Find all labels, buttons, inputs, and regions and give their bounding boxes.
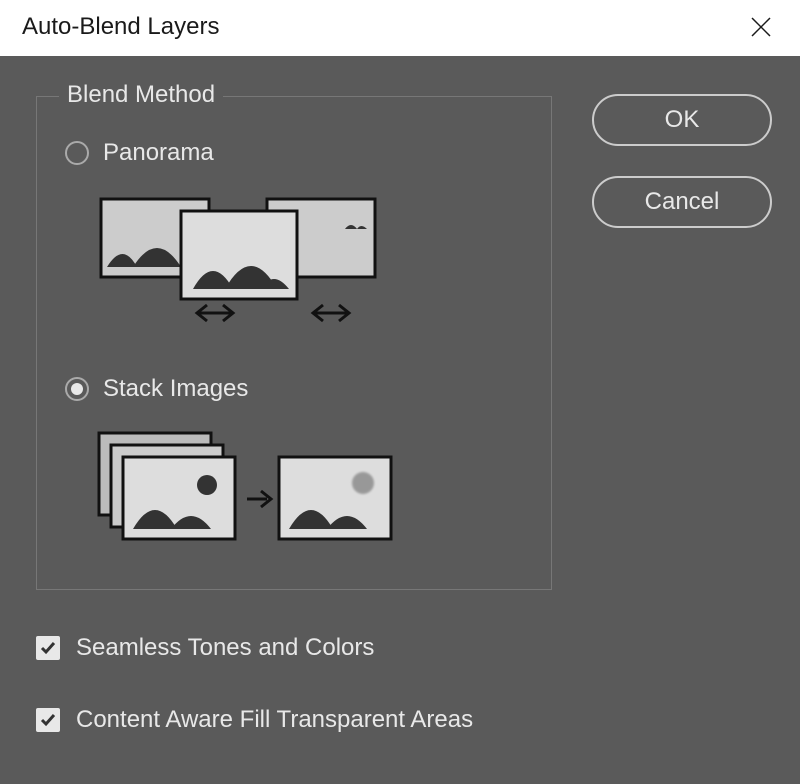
checkbox-label-content-aware: Content Aware Fill Transparent Areas <box>76 706 473 734</box>
checkbox-seamless[interactable]: Seamless Tones and Colors <box>36 634 552 662</box>
right-column: OK Cancel <box>592 88 772 756</box>
checkbox-label-seamless: Seamless Tones and Colors <box>76 634 374 662</box>
fieldset-legend: Blend Method <box>59 81 223 109</box>
checkbox-content-aware[interactable]: Content Aware Fill Transparent Areas <box>36 706 552 734</box>
radio-label-panorama: Panorama <box>103 139 214 167</box>
radio-label-stack: Stack Images <box>103 375 248 403</box>
checkmark-icon <box>39 639 57 657</box>
radio-indicator-panorama <box>65 141 89 165</box>
cancel-button[interactable]: Cancel <box>592 176 772 228</box>
dialog-title: Auto-Blend Layers <box>22 13 219 41</box>
radio-indicator-stack <box>65 377 89 401</box>
radio-stack-images[interactable]: Stack Images <box>65 375 523 403</box>
close-button[interactable] <box>742 12 780 42</box>
dialog-body: Blend Method Panorama <box>0 56 800 784</box>
titlebar: Auto-Blend Layers <box>0 0 800 56</box>
left-column: Blend Method Panorama <box>36 88 552 756</box>
checkbox-indicator-seamless <box>36 636 60 660</box>
close-icon <box>750 16 772 38</box>
radio-panorama[interactable]: Panorama <box>65 139 523 167</box>
ok-button[interactable]: OK <box>592 94 772 146</box>
panorama-icon <box>93 193 383 325</box>
checkbox-indicator-content-aware <box>36 708 60 732</box>
panorama-illustration <box>93 193 523 325</box>
stack-icon <box>93 429 393 549</box>
blend-method-fieldset: Blend Method Panorama <box>36 96 552 590</box>
stack-illustration <box>93 429 523 549</box>
checkmark-icon <box>39 711 57 729</box>
